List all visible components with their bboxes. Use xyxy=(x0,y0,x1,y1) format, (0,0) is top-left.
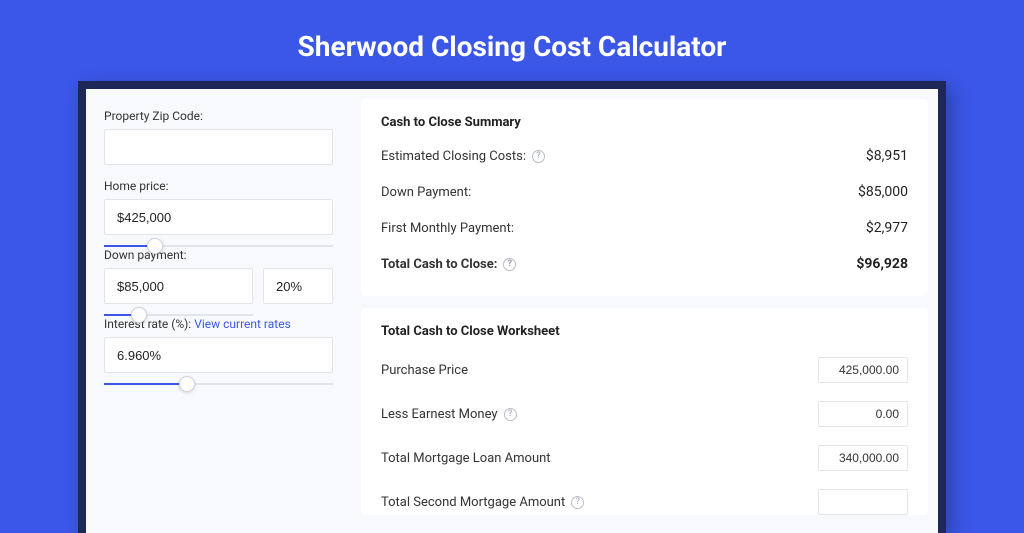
worksheet-row-label: Total Mortgage Loan Amount xyxy=(381,451,551,466)
worksheet-row-label: Total Second Mortgage Amount? xyxy=(381,495,584,510)
zip-field-group: Property Zip Code: xyxy=(104,109,333,165)
down-payment-pct-input[interactable] xyxy=(263,268,333,304)
help-icon[interactable]: ? xyxy=(571,496,584,509)
worksheet-row-input[interactable] xyxy=(818,445,908,471)
home-price-label: Home price: xyxy=(104,179,333,193)
down-payment-input[interactable] xyxy=(104,268,253,304)
help-icon[interactable]: ? xyxy=(504,408,517,421)
calculator-panel-shadow: Property Zip Code: Home price: Down paym… xyxy=(78,81,946,533)
home-price-slider[interactable] xyxy=(104,245,333,247)
interest-field-group: Interest rate (%): View current rates xyxy=(104,317,333,372)
worksheet-row: Total Mortgage Loan Amount xyxy=(381,445,908,471)
down-payment-label: Down payment: xyxy=(104,248,333,262)
page-title: Sherwood Closing Cost Calculator xyxy=(0,0,1024,81)
worksheet-row-input[interactable] xyxy=(818,357,908,383)
home-price-field-group: Home price: xyxy=(104,179,333,234)
summary-card: Cash to Close Summary Estimated Closing … xyxy=(361,99,928,296)
worksheet-row: Total Second Mortgage Amount? xyxy=(381,489,908,515)
results-column: Cash to Close Summary Estimated Closing … xyxy=(351,89,938,533)
summary-row-value: $85,000 xyxy=(858,184,908,200)
summary-row-value: $96,928 xyxy=(856,256,908,272)
summary-row-label: First Monthly Payment: xyxy=(381,221,514,236)
worksheet-row-input[interactable] xyxy=(818,489,908,515)
summary-row: Estimated Closing Costs:? $8,951 xyxy=(381,148,908,164)
interest-label-text: Interest rate (%): xyxy=(104,317,194,331)
worksheet-row-input[interactable] xyxy=(818,401,908,427)
zip-input[interactable] xyxy=(104,129,333,165)
worksheet-card: Total Cash to Close Worksheet Purchase P… xyxy=(361,308,928,515)
summary-row-label: Down Payment: xyxy=(381,185,471,200)
summary-row-label: Total Cash to Close:? xyxy=(381,257,516,272)
down-payment-field-group: Down payment: xyxy=(104,248,333,303)
zip-label: Property Zip Code: xyxy=(104,109,333,123)
worksheet-row-label: Less Earnest Money? xyxy=(381,407,517,422)
calculator-panel: Property Zip Code: Home price: Down paym… xyxy=(86,89,938,533)
summary-row: Total Cash to Close:? $96,928 xyxy=(381,256,908,272)
home-price-input[interactable] xyxy=(104,199,333,235)
worksheet-row: Less Earnest Money? xyxy=(381,401,908,427)
help-icon[interactable]: ? xyxy=(503,258,516,271)
summary-title: Cash to Close Summary xyxy=(381,115,908,130)
down-payment-slider[interactable] xyxy=(104,314,253,316)
interest-slider[interactable] xyxy=(104,383,333,385)
summary-row-label: Estimated Closing Costs:? xyxy=(381,149,545,164)
help-icon[interactable]: ? xyxy=(532,150,545,163)
worksheet-row-label: Purchase Price xyxy=(381,363,468,378)
worksheet-title: Total Cash to Close Worksheet xyxy=(381,324,908,339)
summary-row: First Monthly Payment: $2,977 xyxy=(381,220,908,236)
worksheet-row: Purchase Price xyxy=(381,357,908,383)
view-rates-link[interactable]: View current rates xyxy=(194,317,291,331)
inputs-column: Property Zip Code: Home price: Down paym… xyxy=(86,89,351,533)
interest-input[interactable] xyxy=(104,337,333,373)
summary-row: Down Payment: $85,000 xyxy=(381,184,908,200)
summary-row-value: $2,977 xyxy=(866,220,908,236)
summary-row-value: $8,951 xyxy=(866,148,908,164)
